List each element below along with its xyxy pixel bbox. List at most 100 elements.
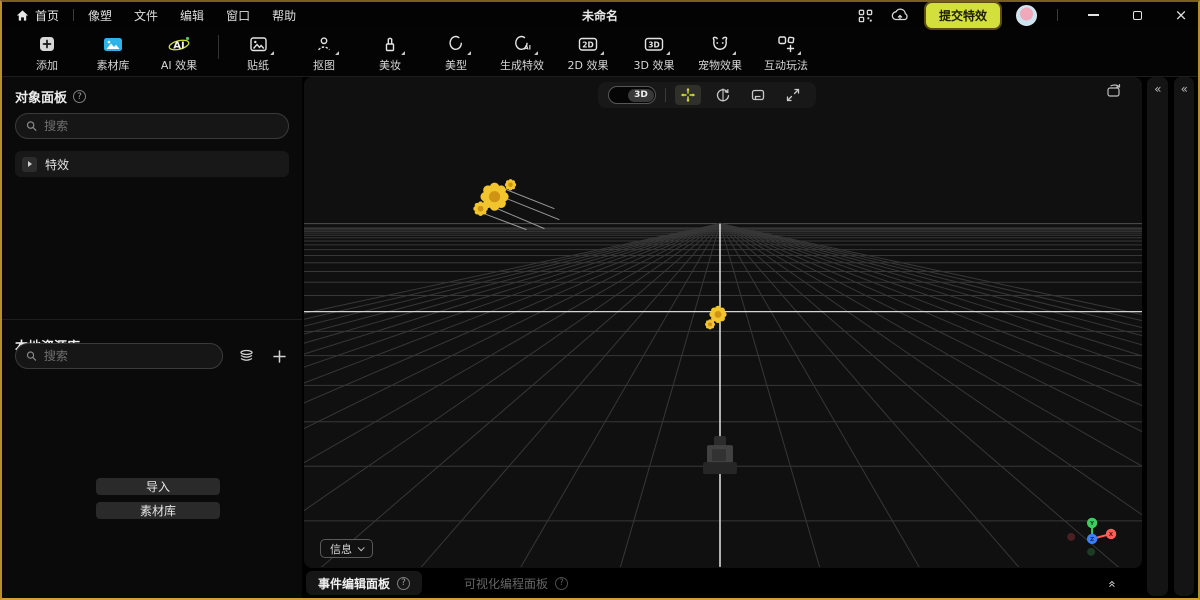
right-collapsed-panels: « « xyxy=(1142,77,1198,598)
origin-flower[interactable] xyxy=(705,306,727,330)
title-bar: 首页 像塑 文件 编辑 窗口 帮助 未命名 提交特效 xyxy=(2,2,1198,28)
window-controls: × xyxy=(1084,6,1190,24)
home-button[interactable]: 首页 xyxy=(16,7,59,24)
toolbar-separator xyxy=(218,35,219,59)
object-search-input[interactable] xyxy=(44,119,278,133)
toolbar-generate-effects[interactable]: AI 生成特效 xyxy=(489,31,555,73)
object-panel-help-icon[interactable] xyxy=(73,90,86,103)
controls-separator xyxy=(1057,9,1058,21)
layers-stack-icon[interactable] xyxy=(236,346,256,366)
svg-text:AI: AI xyxy=(524,45,531,52)
toolbar-pet-effects[interactable]: 宠物效果 xyxy=(687,31,753,73)
minimize-button[interactable] xyxy=(1084,6,1102,24)
menu-file[interactable]: 文件 xyxy=(134,7,158,24)
rotate-tool-button[interactable] xyxy=(710,85,736,105)
event-editor-help-icon[interactable] xyxy=(397,577,410,590)
menu-edit[interactable]: 编辑 xyxy=(180,7,204,24)
svg-text:2D: 2D xyxy=(582,41,593,50)
axis-x xyxy=(1106,529,1116,539)
material-library-button[interactable]: 素材库 xyxy=(96,502,220,519)
object-panel-title: 对象面板 xyxy=(15,87,67,106)
app-window: 首页 像塑 文件 编辑 窗口 帮助 未命名 提交特效 xyxy=(0,0,1200,600)
scale-icon xyxy=(750,87,766,103)
axis-gizmo[interactable]: Y X Z xyxy=(1067,518,1116,556)
toolbar-makeup[interactable]: 美妆 xyxy=(357,31,423,73)
import-button[interactable]: 导入 xyxy=(96,478,220,495)
toolbar-label: 2D 效果 xyxy=(568,57,609,73)
menu-bar: 像塑 文件 编辑 窗口 帮助 xyxy=(88,7,296,24)
maximize-button[interactable] xyxy=(1128,6,1146,24)
axis-neg-y xyxy=(1087,548,1095,556)
qr-code-icon[interactable] xyxy=(857,7,874,24)
close-icon: × xyxy=(1175,8,1188,23)
library-search-input[interactable] xyxy=(44,349,212,363)
scene-objects: Y X Z xyxy=(304,77,1142,567)
3d-toggle-knob: 3D xyxy=(628,89,654,102)
panel-divider xyxy=(2,319,302,320)
toolbar-interactive-play[interactable]: 互动玩法 xyxy=(753,31,819,73)
collapsed-panel-inspector[interactable]: « xyxy=(1147,77,1168,596)
info-label: 信息 xyxy=(330,541,352,557)
toolbar-label: 3D 效果 xyxy=(634,57,675,73)
double-chevron-up-icon: « xyxy=(1104,580,1119,587)
3d-badge-icon: 3D xyxy=(643,33,665,55)
collapsed-panel-preview[interactable]: « xyxy=(1174,77,1195,596)
toolbar-label: 美型 xyxy=(445,57,467,73)
toolbar-add[interactable]: 添加 xyxy=(14,31,80,73)
toolbar-label: 互动玩法 xyxy=(764,57,808,73)
tab-event-editor[interactable]: 事件编辑面板 xyxy=(306,571,422,595)
scale-tool-button[interactable] xyxy=(745,85,771,105)
add-resource-icon[interactable] xyxy=(269,346,289,366)
cloud-sync-icon[interactable] xyxy=(890,7,910,23)
toolbar-ai-effects[interactable]: AI AI 效果 xyxy=(146,31,212,73)
menu-window[interactable]: 窗口 xyxy=(226,7,250,24)
toolbar-3d-effects[interactable]: 3D 3D 效果 xyxy=(621,31,687,73)
submit-effect-button[interactable]: 提交特效 xyxy=(926,3,1000,28)
toolbar-sticker[interactable]: 贴纸 xyxy=(225,31,291,73)
effects-toolbar: 添加 素材库 AI AI 效果 贴纸 xyxy=(2,28,1198,77)
svg-text:3D: 3D xyxy=(648,41,659,50)
object-panel-header: 对象面板 xyxy=(2,77,302,106)
move-icon xyxy=(680,87,696,103)
toolbar-cutout[interactable]: 抠图 xyxy=(291,31,357,73)
axis-neg-x xyxy=(1067,533,1075,541)
face-outline-icon xyxy=(446,33,466,55)
lipstick-icon xyxy=(380,33,400,55)
3d-mode-toggle[interactable]: 3D xyxy=(608,86,656,104)
library-search[interactable] xyxy=(15,343,223,369)
toolbar-face-shape[interactable]: 美型 xyxy=(423,31,489,73)
search-icon xyxy=(26,120,37,132)
cutout-person-icon xyxy=(314,33,334,55)
camera-object[interactable] xyxy=(703,436,737,474)
user-avatar[interactable] xyxy=(1016,5,1037,26)
object-search[interactable] xyxy=(15,113,289,139)
center-column: Y X Z 3D xyxy=(304,77,1142,598)
svg-text:X: X xyxy=(1109,532,1114,538)
titlebar-separator xyxy=(73,9,74,21)
chevron-down-icon xyxy=(358,544,365,551)
toolbar-2d-effects[interactable]: 2D 2D 效果 xyxy=(555,31,621,73)
perspective-grid xyxy=(304,77,1142,567)
tab-visual-programming[interactable]: 可视化编程面板 xyxy=(452,571,580,595)
tree-item-effect[interactable]: 特效 xyxy=(15,151,289,177)
blocks-icon xyxy=(776,33,796,55)
visual-programming-help-icon[interactable] xyxy=(555,577,568,590)
move-tool-button[interactable] xyxy=(675,85,701,105)
menu-app[interactable]: 像塑 xyxy=(88,7,112,24)
rotate-screen-icon xyxy=(1106,83,1122,98)
info-dropdown-button[interactable]: 信息 xyxy=(320,539,373,558)
pet-face-icon xyxy=(709,33,731,55)
focus-tool-button[interactable] xyxy=(780,85,806,105)
toolbar-label: 抠图 xyxy=(313,57,335,73)
3d-viewport[interactable]: Y X Z 3D xyxy=(304,77,1142,568)
axis-y xyxy=(1087,518,1097,528)
expand-bottom-panel-button[interactable]: « xyxy=(1096,573,1126,593)
toolbar-material-library[interactable]: 素材库 xyxy=(80,31,146,73)
close-button[interactable]: × xyxy=(1172,6,1190,24)
menu-help[interactable]: 帮助 xyxy=(272,7,296,24)
expand-caret-icon[interactable] xyxy=(22,157,37,172)
ai-effects-icon: AI xyxy=(166,33,192,55)
rotate-view-button[interactable] xyxy=(1106,83,1122,102)
toolbar-label: 生成特效 xyxy=(500,57,544,73)
flower-particles[interactable] xyxy=(473,179,559,230)
